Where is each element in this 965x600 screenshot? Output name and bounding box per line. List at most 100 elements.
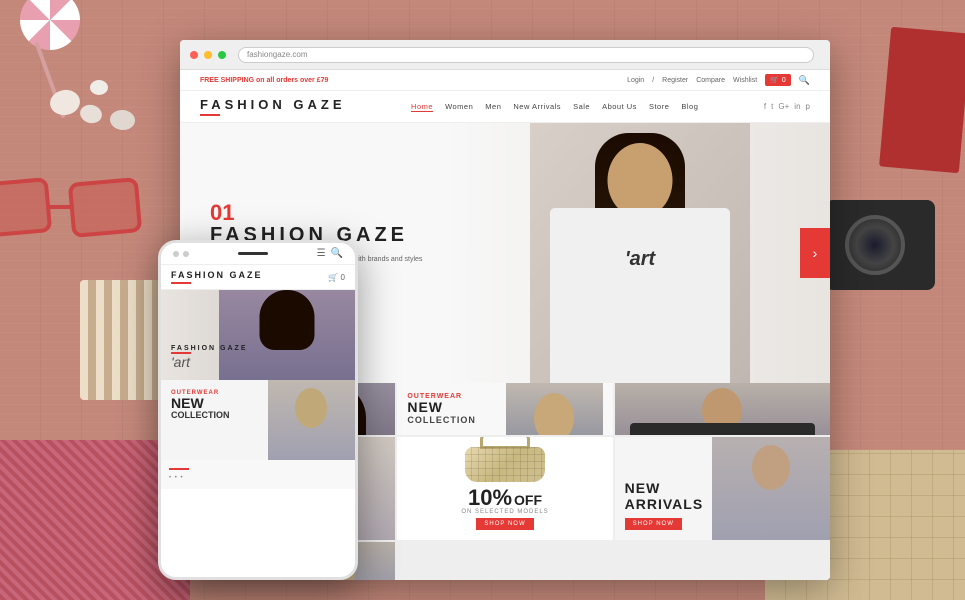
phone-placeholder-text: • • •	[169, 475, 347, 481]
outerwear-subtitle: COLLECTION	[407, 415, 602, 425]
sunglasses-lens-left	[0, 177, 52, 238]
discount-off: OFF	[514, 492, 542, 508]
nav-women[interactable]: Women	[445, 102, 473, 111]
pebble-2	[78, 102, 104, 125]
product-cell-outerwear[interactable]: OUTERWEAR NEW COLLECTION	[397, 383, 612, 435]
wishlist-link[interactable]: Wishlist	[733, 77, 757, 84]
phone-promo-head	[295, 388, 327, 428]
hero-number: 01	[210, 202, 430, 224]
browser-close-dot[interactable]	[190, 51, 198, 59]
discount-display: 10% OFF	[468, 487, 542, 509]
sunglasses-frame	[0, 170, 150, 260]
phone-cart[interactable]: 🛒 0	[328, 273, 345, 282]
mobile-phone: ☰ 🔍 FASHION GAZE 🛒 0 FASHION GAZE 'art	[158, 240, 358, 580]
product-cell-new-arrivals[interactable]: NEWARRIVALS SHOP NOW	[615, 437, 830, 540]
announce-right-links: Login / Register Compare Wishlist 🛒 0 🔍	[627, 74, 810, 86]
free-shipping-notice: FREE SHIPPING on all orders over £79	[200, 77, 328, 84]
phone-speaker	[238, 252, 268, 255]
logo-underline	[200, 114, 220, 116]
model-head	[608, 143, 673, 218]
cart-count: 0	[782, 77, 786, 84]
phone-top-bar: ☰ 🔍	[161, 243, 355, 265]
product-cell-man[interactable]	[615, 383, 830, 435]
nav-about-us[interactable]: About Us	[602, 102, 637, 111]
nav-home[interactable]: Home	[411, 102, 433, 112]
phone-remaining-content: • • •	[161, 460, 355, 489]
model-shirt: 'art	[550, 208, 730, 383]
facebook-icon[interactable]: f	[764, 102, 766, 111]
twitter-icon[interactable]: t	[771, 102, 773, 111]
sunglasses	[0, 160, 160, 280]
phone-header: FASHION GAZE 🛒 0	[161, 265, 355, 290]
pebble-4	[109, 109, 136, 131]
phone-promo-section: OUTERWEAR NEW COLLECTION	[161, 380, 355, 460]
phone-model-hair	[260, 290, 315, 350]
free-shipping-text: on all orders over £79	[256, 77, 328, 84]
announce-bar: FREE SHIPPING on all orders over £79 Log…	[180, 70, 830, 91]
browser-url-bar[interactable]: fashiongaze.com	[238, 47, 814, 63]
phone-hero: FASHION GAZE 'art	[161, 290, 355, 380]
bag-pattern	[465, 447, 545, 482]
handbag-image	[465, 447, 545, 482]
model-background: 'art	[530, 123, 750, 383]
shirt-text: 'art	[625, 248, 655, 271]
phone-accent-line	[169, 468, 189, 470]
sunglasses-bridge	[50, 205, 70, 209]
man-model-image	[615, 383, 830, 435]
outerwear-title: NEW	[407, 400, 602, 415]
header-social: f t G+ in p	[764, 102, 810, 111]
camera-lens	[845, 215, 905, 275]
nav-blog[interactable]: Blog	[681, 102, 698, 111]
nav-new-arrivals[interactable]: New Arrivals	[513, 102, 561, 111]
phone-menu-icon[interactable]: ☰	[317, 248, 326, 259]
nav-store[interactable]: Store	[649, 102, 669, 111]
new-arrivals-label: NEWARRIVALS SHOP NOW	[625, 481, 820, 530]
free-shipping-highlight: FREE SHIPPING	[200, 77, 254, 84]
camera-decoration	[825, 200, 935, 290]
phone-hero-text: FASHION GAZE 'art	[171, 345, 248, 370]
discount-sub-label: ON SELECTED MODELS	[461, 509, 548, 515]
shop-now-button-new-arrivals[interactable]: SHOP NOW	[625, 518, 682, 530]
striped-bag	[80, 280, 160, 400]
googleplus-icon[interactable]: G+	[778, 102, 789, 111]
outerwear-label: OUTERWEAR NEW COLLECTION	[407, 393, 602, 425]
phone-hero-brand: FASHION GAZE	[171, 345, 248, 352]
phone-logo-wrap: FASHION GAZE	[171, 270, 263, 284]
man-bg	[615, 383, 830, 435]
phone-logo-underline	[171, 282, 191, 284]
pebble-3	[90, 80, 108, 95]
phone-icons: ☰ 🔍	[317, 248, 343, 259]
phone-search-icon[interactable]: 🔍	[331, 248, 343, 259]
lollipop-head	[20, 0, 80, 50]
cart-icon-wrap[interactable]: 🛒 0	[765, 74, 791, 86]
site-header: FASHION GAZE Home Women Men New Arrivals…	[180, 91, 830, 123]
discount-percent: 10%	[468, 487, 512, 509]
shop-now-button-bag[interactable]: SHOP NOW	[476, 518, 533, 530]
phone-dot-1	[173, 251, 179, 257]
pinterest-icon[interactable]: p	[806, 102, 810, 111]
new-arrivals-title: NEWARRIVALS	[625, 481, 820, 512]
phone-hero-italic: 'art	[171, 354, 248, 370]
sunglasses-lens-right	[68, 177, 143, 238]
hero-next-arrow[interactable]: ›	[800, 228, 830, 278]
logo-text: FASHION GAZE	[200, 97, 346, 112]
man-jacket	[630, 423, 815, 435]
phone-promo-model	[268, 380, 355, 460]
login-link[interactable]: Login	[627, 77, 644, 84]
product-cell-bag[interactable]: 10% OFF ON SELECTED MODELS SHOP NOW	[397, 437, 612, 540]
nav-men[interactable]: Men	[485, 102, 501, 111]
linkedin-icon[interactable]: in	[794, 102, 800, 111]
phone-dots	[173, 251, 189, 257]
browser-maximize-dot[interactable]	[218, 51, 226, 59]
search-icon[interactable]: 🔍	[799, 75, 810, 86]
browser-minimize-dot[interactable]	[204, 51, 212, 59]
browser-topbar: fashiongaze.com	[180, 40, 830, 70]
compare-link[interactable]: Compare	[696, 77, 725, 84]
nav-sale[interactable]: Sale	[573, 102, 590, 111]
site-logo: FASHION GAZE	[200, 97, 346, 116]
red-book	[879, 27, 965, 173]
hero-model-image: 'art	[530, 123, 750, 383]
site-nav: Home Women Men New Arrivals Sale About U…	[411, 102, 698, 112]
register-link[interactable]: Register	[662, 77, 688, 84]
phone-logo: FASHION GAZE	[171, 270, 263, 280]
